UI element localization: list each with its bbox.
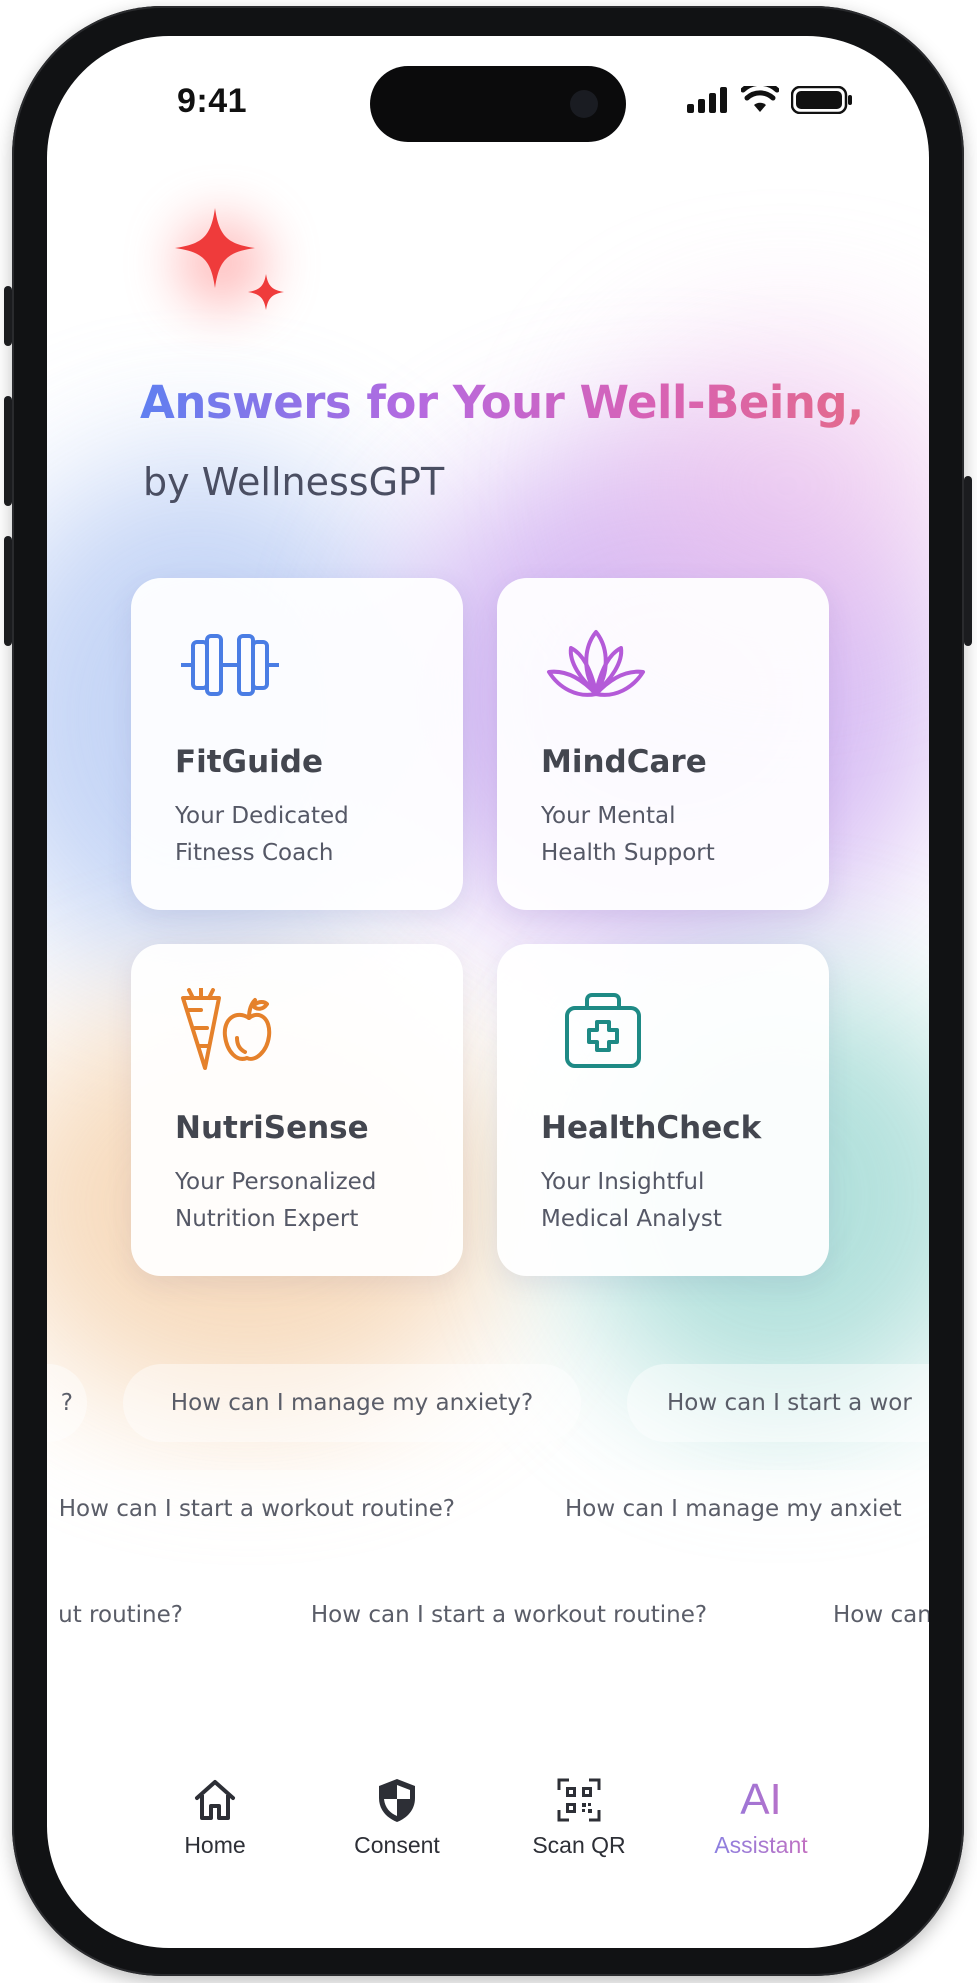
card-nutrisense[interactable]: NutriSense Your Personalized Nutrition E… [131, 944, 463, 1276]
suggestion-chip[interactable]: How can I manage my anxiet [523, 1470, 929, 1548]
status-bar: 9:41 [47, 36, 929, 166]
silent-switch [4, 286, 12, 346]
dumbbell-icon [181, 634, 279, 696]
subhead: by WellnessGPT [143, 460, 445, 504]
bottom-nav: Home Consent Scan QR AI Assistant [47, 1776, 929, 1906]
card-description: Your Mental Health Support [541, 803, 715, 866]
suggestion-chip[interactable]: How can [791, 1576, 929, 1654]
qr-scan-icon [557, 1778, 601, 1822]
nav-assistant[interactable]: AI Assistant [686, 1776, 836, 1859]
lotus-icon [547, 630, 645, 697]
carrot-apple-icon [181, 988, 272, 1070]
first-aid-kit-icon [565, 993, 641, 1068]
shield-icon [379, 1779, 415, 1822]
volume-up-button [4, 396, 12, 506]
nav-label: Scan QR [532, 1832, 626, 1858]
suggestion-row: ? How can I manage my anxiety? How can I… [47, 1364, 929, 1442]
nav-scan-qr[interactable]: Scan QR [504, 1776, 654, 1859]
home-icon [195, 1780, 235, 1820]
suggestion-row: How can I start a workout routine? How c… [47, 1470, 929, 1548]
card-title: FitGuide [175, 744, 323, 780]
nav-label: Home [184, 1832, 246, 1858]
cellular-signal-icon [687, 87, 727, 113]
nav-home[interactable]: Home [140, 1776, 290, 1859]
suggestion-chip[interactable]: ut routine? [47, 1576, 211, 1654]
ai-icon: AI [686, 1776, 836, 1824]
card-title: NutriSense [175, 1110, 369, 1146]
card-healthcheck[interactable]: HealthCheck Your Insightful Medical Anal… [497, 944, 829, 1276]
card-title: HealthCheck [541, 1110, 762, 1146]
nav-label: Assistant [686, 1832, 836, 1859]
phone-frame: 9:41 Answers for Your Well-Being, by Wel… [4, 6, 972, 1976]
suggestion-chip[interactable]: How can I start a wor [627, 1364, 929, 1442]
suggestion-chip[interactable]: ? [47, 1364, 87, 1442]
card-mindcare[interactable]: MindCare Your Mental Health Support [497, 578, 829, 910]
power-button [964, 476, 972, 646]
status-time: 9:41 [177, 82, 248, 120]
card-fitguide[interactable]: FitGuide Your Dedicated Fitness Coach [131, 578, 463, 910]
battery-icon [791, 86, 852, 114]
card-description: Your Dedicated Fitness Coach [175, 803, 349, 866]
status-icons [687, 86, 853, 114]
nav-label: Consent [354, 1832, 440, 1858]
suggestion-chip[interactable]: How can I start a workout routine? [259, 1576, 759, 1654]
suggestion-chip[interactable]: How can I manage my anxiety? [123, 1364, 581, 1442]
card-description: Your Personalized Nutrition Expert [175, 1169, 377, 1232]
app-screen: 9:41 Answers for Your Well-Being, by Wel… [47, 36, 929, 1948]
card-title: MindCare [541, 744, 707, 780]
card-description: Your Insightful Medical Analyst [541, 1169, 722, 1232]
nav-consent[interactable]: Consent [322, 1776, 472, 1859]
wifi-icon [741, 86, 779, 112]
volume-down-button [4, 536, 12, 646]
sparkle-icon [165, 206, 295, 336]
suggestion-row: ut routine? How can I start a workout ro… [47, 1576, 929, 1654]
dynamic-island [370, 66, 626, 142]
suggestion-chip[interactable]: How can I start a workout routine? [47, 1470, 491, 1548]
headline: Answers for Your Well-Being, [140, 376, 864, 429]
